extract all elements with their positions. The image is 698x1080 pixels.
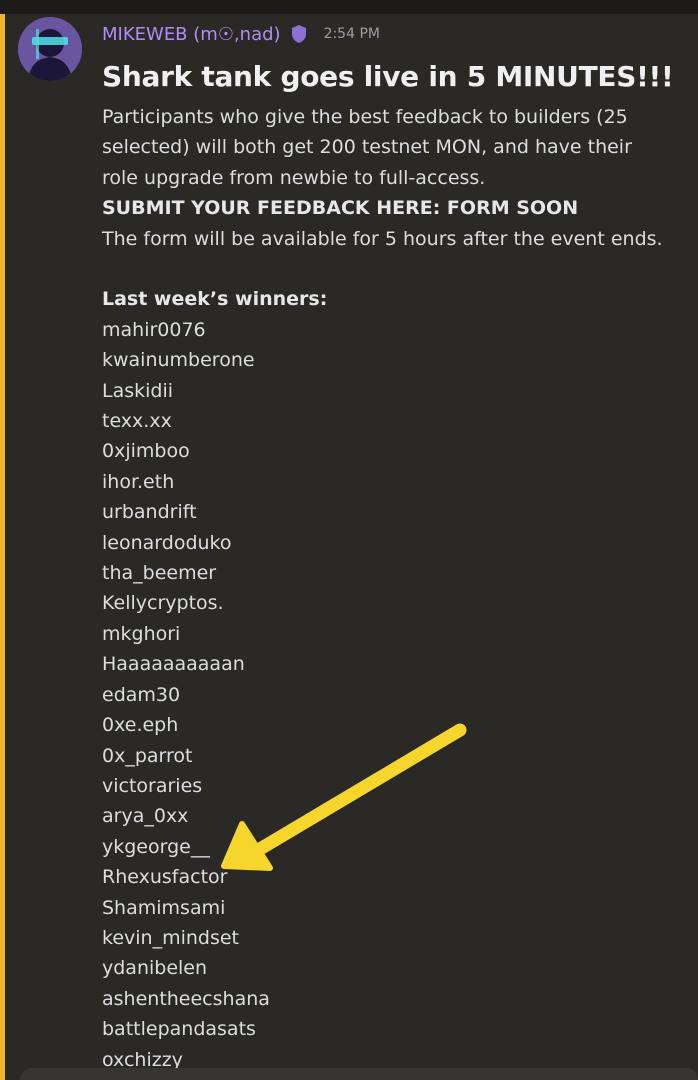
winner-item: Laskidii (102, 379, 174, 402)
winner-item: 0xjimboo (102, 440, 190, 463)
winner-item: mkghori (102, 622, 181, 645)
winner-item: Shamimsami (102, 896, 226, 919)
message-headline: Shark tank goes live in 5 MINUTES!!! (102, 60, 674, 93)
winner-item: mahir0076 (102, 318, 206, 341)
winner-item: victoraries (102, 774, 203, 797)
winner-item: ydanibelen (102, 957, 208, 980)
message-input-bar[interactable] (20, 1068, 698, 1080)
winners-list: mahir0076 kwainumberone Laskidii texx.xx… (102, 315, 672, 1075)
winner-item: 0x_parrot (102, 744, 193, 767)
winner-item: urbandrift (102, 501, 197, 524)
intro-text: Participants who give the best feedback … (102, 106, 632, 189)
winner-item: Kellycryptos. (102, 592, 224, 615)
winner-item: Haaaaaaaaaan (102, 653, 245, 676)
winner-item: Rhexusfactor (102, 866, 228, 889)
shield-icon[interactable] (290, 24, 308, 44)
winner-item: ashentheecshana (102, 987, 270, 1010)
winner-item: kwainumberone (102, 349, 255, 372)
timestamp[interactable]: 2:54 PM (324, 26, 380, 42)
mention-highlight-bar (0, 14, 5, 1080)
winner-item: texx.xx (102, 410, 172, 433)
top-strip (0, 0, 698, 14)
winner-item: arya_0xx (102, 805, 189, 828)
avatar[interactable] (18, 17, 82, 81)
winner-item: 0xe.eph (102, 714, 179, 737)
winner-item: edam30 (102, 683, 181, 706)
winner-item: ykgeorge__ (102, 835, 210, 858)
winner-item: battlepandasats (102, 1018, 256, 1041)
cta-text: SUBMIT YOUR FEEDBACK HERE: FORM SOON (102, 197, 579, 220)
message-header: MIKEWEB (m☉,nad) 2:54 PM (102, 20, 380, 48)
avatar-image (18, 17, 82, 81)
availability-text: The form will be available for 5 hours a… (102, 227, 663, 250)
winner-item: ihor.eth (102, 470, 175, 493)
winner-item: leonardoduko (102, 531, 232, 554)
message-body: Participants who give the best feedback … (102, 102, 672, 1075)
winners-heading: Last week’s winners: (102, 288, 328, 311)
winner-item: tha_beemer (102, 562, 217, 585)
chat-screen: MIKEWEB (m☉,nad) 2:54 PM Shark tank goes… (0, 0, 698, 1080)
winner-item: kevin_mindset (102, 926, 240, 949)
username[interactable]: MIKEWEB (m☉,nad) (102, 24, 281, 45)
